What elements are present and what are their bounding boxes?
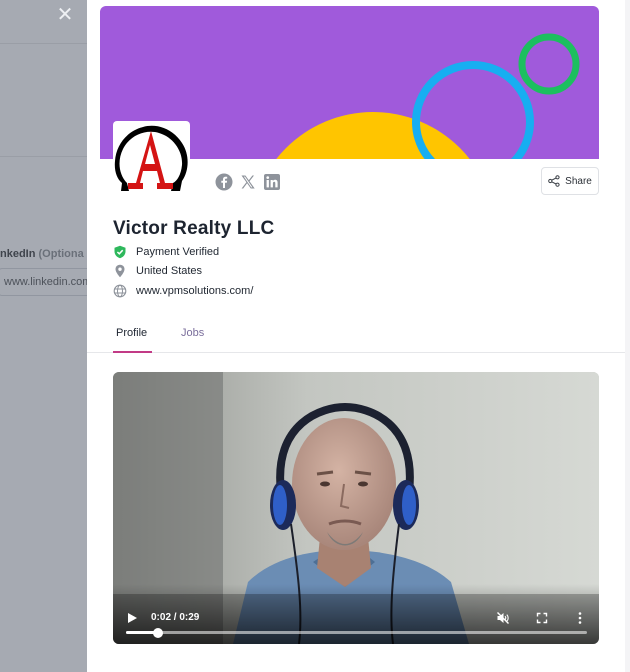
linkedin-icon[interactable] [263,173,281,191]
video-controls: 0:02 / 0:29 [113,584,599,644]
intro-video-player[interactable]: 0:02 / 0:29 [113,372,599,644]
facebook-icon[interactable] [215,173,233,191]
x-twitter-icon[interactable] [239,173,257,191]
share-icon [548,175,560,187]
social-links [215,173,281,191]
company-location: United States [113,264,202,278]
volume-muted-icon[interactable] [496,611,510,625]
tab-jobs[interactable]: Jobs [181,327,204,339]
share-button[interactable]: Share [541,167,599,195]
video-time: 0:02 / 0:29 [151,612,200,623]
company-logo [113,121,190,198]
payment-status: Payment Verified [113,245,219,259]
divider [0,43,87,44]
active-tab-indicator [113,351,152,353]
more-options-icon[interactable] [573,611,587,625]
linkedin-input[interactable]: www.linkedin.com [0,268,87,296]
globe-icon [113,284,127,298]
linkedin-field-label: nkedIn (Optiona [0,248,84,260]
tab-profile[interactable]: Profile [116,327,147,339]
fullscreen-icon[interactable] [535,611,549,625]
verified-shield-icon [114,245,126,259]
close-icon[interactable]: ✕ [56,5,74,25]
location-pin-icon [115,264,125,278]
company-website: www.vpmsolutions.com/ [113,284,253,298]
video-progress-bar[interactable] [126,627,587,638]
video-progress-handle[interactable] [152,627,163,638]
drawer-scrollbar[interactable] [625,0,630,672]
share-label: Share [565,175,592,187]
website-link[interactable]: www.vpmsolutions.com/ [136,285,253,297]
company-name: Victor Realty LLC [113,218,275,239]
company-profile-drawer: Share Victor Realty LLC Payment Verified… [87,0,630,672]
background-page: ✕ nkedIn (Optiona www.linkedin.com [0,0,87,672]
profile-tabs: Profile Jobs [87,316,625,353]
divider [0,156,87,157]
play-icon[interactable] [126,612,138,624]
